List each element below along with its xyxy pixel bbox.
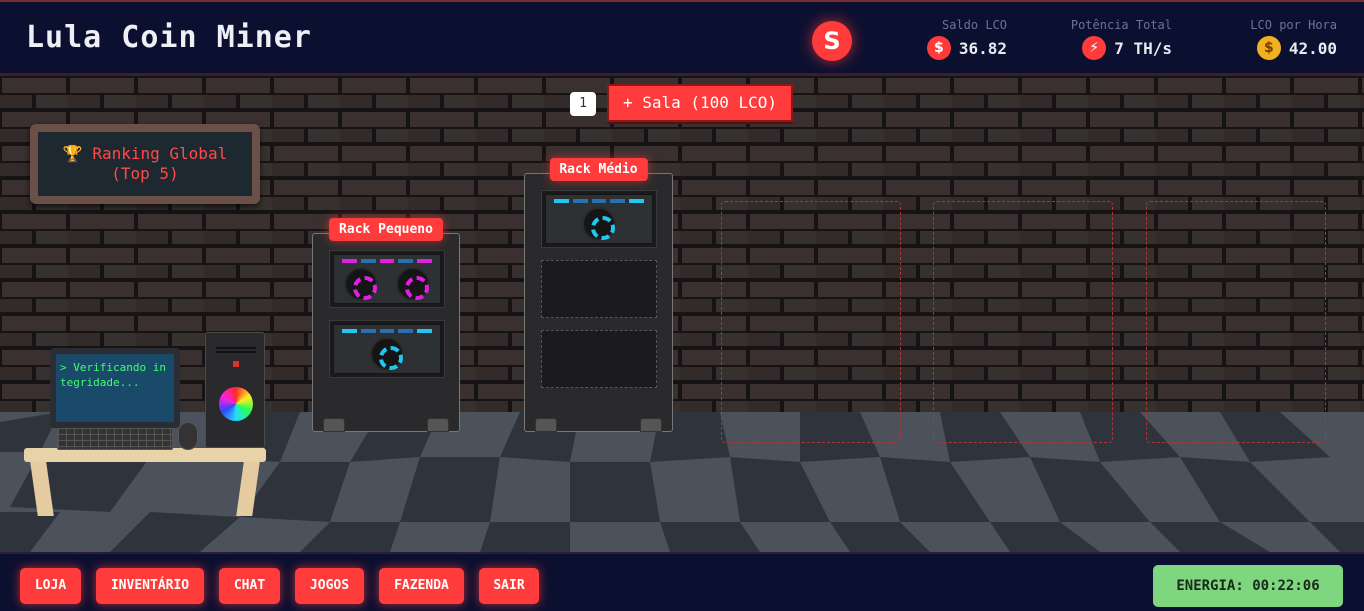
rack-medium[interactable]: Rack Médio	[524, 158, 673, 432]
lightning-icon: ⚡	[1082, 36, 1107, 60]
per-hour-value: 42.00	[1288, 38, 1337, 58]
chat-button[interactable]: CHAT	[219, 568, 280, 604]
stat-power: Potência Total ⚡ 7 TH/s	[992, 18, 1172, 60]
stat-label: Saldo LCO	[941, 18, 1007, 32]
rack-foot	[427, 418, 449, 432]
energy-timer: ENERGIA: 00:22:06	[1153, 565, 1343, 607]
computer-screen[interactable]: > Verificando in tegridade...	[50, 348, 180, 428]
mouse-icon	[178, 422, 198, 450]
keyboard	[57, 428, 173, 450]
farm-button[interactable]: FAZENDA	[379, 568, 464, 604]
inventory-button[interactable]: INVENTÁRIO	[96, 568, 204, 604]
rack-foot	[323, 418, 345, 432]
ranking-title: Ranking Global	[92, 144, 228, 163]
miner-slot-1[interactable]	[541, 190, 657, 248]
miner-slot-2[interactable]	[329, 320, 445, 378]
desk	[24, 448, 266, 462]
terminal-text: > Verificando in tegridade...	[56, 354, 174, 422]
stat-label: Potência Total	[1070, 18, 1172, 32]
bottom-bar: LOJA INVENTÁRIO CHAT JOGOS FAZENDA SAIR …	[0, 552, 1364, 611]
ranking-board[interactable]: 🏆 Ranking Global (Top 5)	[30, 124, 260, 204]
fan-icon	[344, 267, 378, 301]
mining-room: 1 + Sala (100 LCO) 🏆 Ranking Global (Top…	[0, 76, 1364, 552]
rack-foot	[535, 418, 557, 432]
miner-slot-1[interactable]	[329, 250, 445, 308]
top-bar: Lula Coin Miner S Saldo LCO $ 36.82 Potê…	[0, 0, 1364, 76]
empty-rack-spot[interactable]	[1146, 201, 1326, 443]
add-room-button[interactable]: + Sala (100 LCO)	[607, 84, 793, 122]
exit-button[interactable]: SAIR	[479, 568, 539, 604]
power-led-icon	[233, 361, 239, 367]
stat-per-hour: LCO por Hora $ 42.00	[1157, 18, 1337, 60]
stat-balance: Saldo LCO $ 36.82	[827, 18, 1007, 60]
trophy-icon: 🏆	[62, 144, 83, 163]
ranking-subtitle: (Top 5)	[111, 164, 179, 183]
empty-rack-spot[interactable]	[933, 201, 1113, 443]
empty-slot[interactable]	[541, 260, 657, 318]
shop-button[interactable]: LOJA	[20, 568, 81, 604]
rgb-fan-icon	[219, 387, 253, 421]
games-button[interactable]: JOGOS	[295, 568, 364, 604]
empty-slot[interactable]	[541, 330, 657, 388]
stat-label: LCO por Hora	[1250, 18, 1337, 32]
empty-rack-spot[interactable]	[721, 201, 901, 443]
money-bag-icon: $	[1256, 36, 1281, 60]
pc-tower[interactable]	[205, 332, 265, 448]
rack-label: Rack Pequeno	[329, 218, 443, 241]
fan-icon	[370, 337, 404, 371]
dollar-icon: $	[926, 36, 951, 60]
rack-foot	[640, 418, 662, 432]
room-number-badge[interactable]: 1	[570, 92, 596, 116]
fan-icon	[582, 207, 616, 241]
rack-label: Rack Médio	[549, 158, 648, 181]
rack-small[interactable]: Rack Pequeno	[312, 218, 460, 432]
fan-icon	[396, 267, 430, 301]
game-title: Lula Coin Miner	[26, 20, 312, 55]
